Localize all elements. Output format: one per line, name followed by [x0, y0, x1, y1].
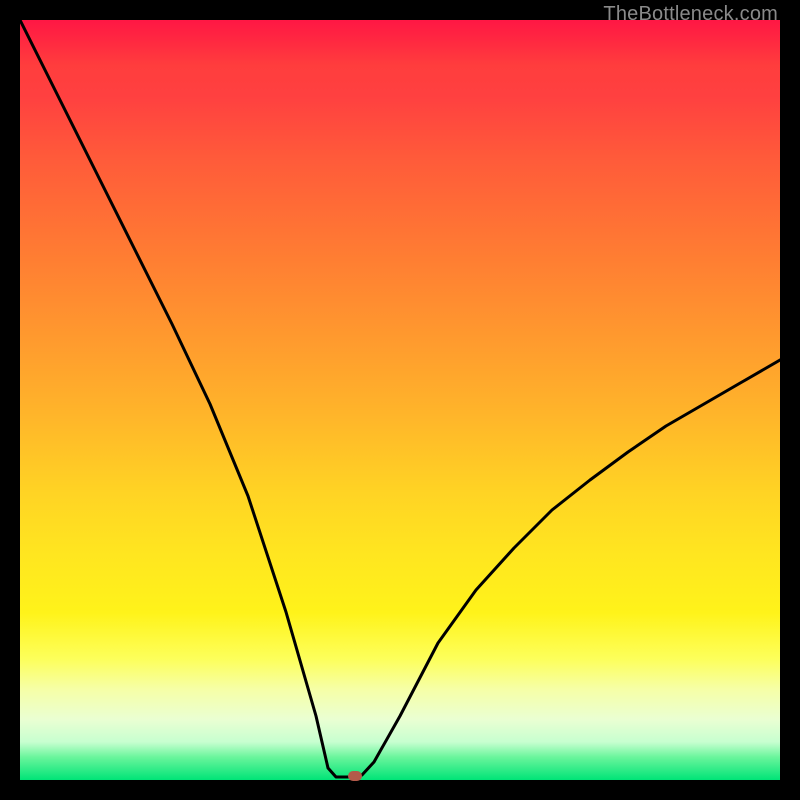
- chart-container: TheBottleneck.com: [0, 0, 800, 800]
- optimal-marker: [348, 771, 362, 781]
- curve-svg: [20, 20, 780, 780]
- bottleneck-curve: [20, 20, 780, 777]
- plot-area: [20, 20, 780, 780]
